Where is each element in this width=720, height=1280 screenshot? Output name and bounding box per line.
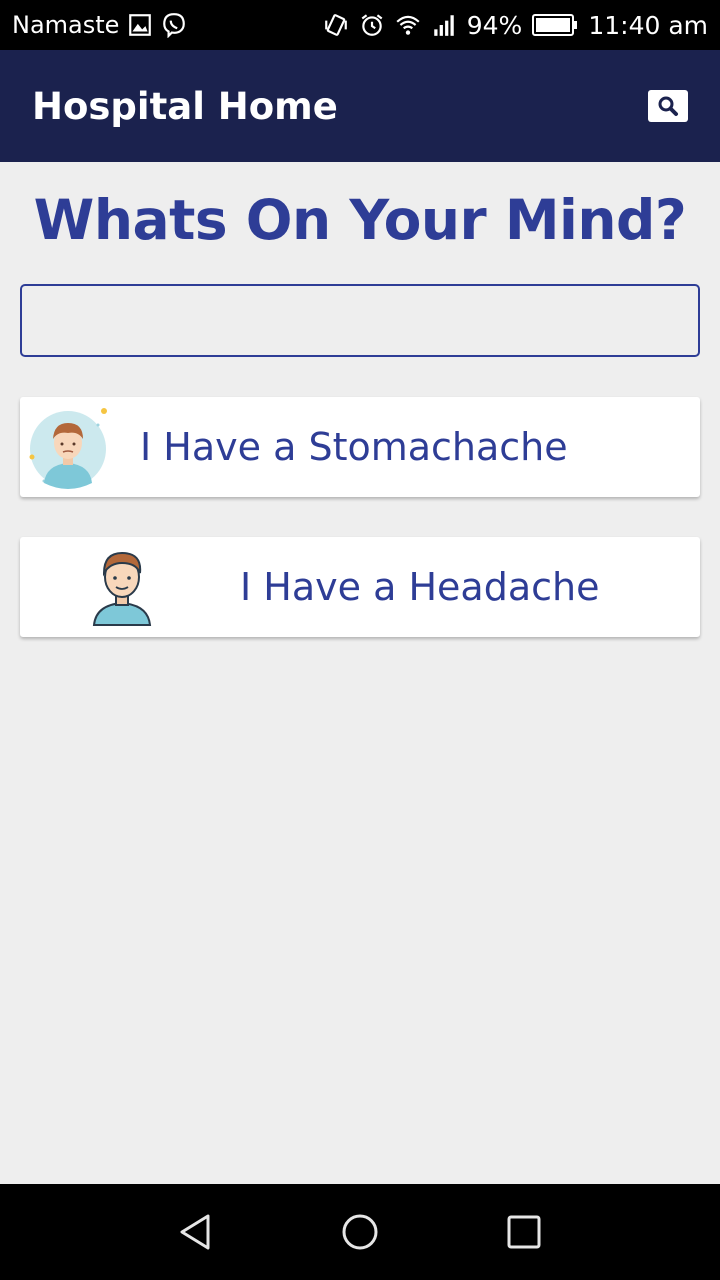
- person-avatar-icon: [92, 551, 152, 626]
- wifi-icon: [396, 15, 420, 35]
- status-right: 94% 11:40 am: [323, 11, 708, 40]
- headache-label: I Have a Headache: [240, 565, 600, 609]
- page-heading: Whats On Your Mind?: [33, 188, 687, 252]
- status-left: Namaste: [12, 11, 187, 39]
- app-title: Hospital Home: [32, 84, 338, 128]
- home-icon: [342, 1214, 378, 1250]
- back-button[interactable]: [174, 1210, 218, 1254]
- image-icon: [129, 14, 152, 36]
- home-button[interactable]: [338, 1210, 382, 1254]
- battery-percent: 94%: [466, 10, 523, 40]
- battery-icon: [532, 14, 578, 36]
- navigation-bar: [0, 1184, 720, 1280]
- viber-icon: [163, 13, 186, 38]
- recents-button[interactable]: [502, 1210, 546, 1254]
- recents-icon: [507, 1215, 541, 1249]
- vibrate-icon: [324, 14, 347, 36]
- alarm-icon: [361, 14, 383, 36]
- stomachache-option-button[interactable]: I Have a Stomachache: [20, 397, 700, 497]
- status-bar: Namaste 94% 11:40 am: [0, 0, 720, 50]
- app-bar: Hospital Home: [0, 50, 720, 162]
- sick-person-avatar-icon: [29, 408, 107, 489]
- headache-option-button[interactable]: I Have a Headache: [20, 537, 700, 637]
- back-icon: [180, 1214, 210, 1250]
- search-button[interactable]: [648, 90, 688, 122]
- carrier-name: Namaste: [12, 11, 120, 39]
- clock: 11:40 am: [588, 10, 708, 40]
- signal-icon: [434, 15, 454, 36]
- mind-input[interactable]: [20, 284, 700, 357]
- search-icon: [658, 96, 678, 116]
- stomachache-label: I Have a Stomachache: [140, 425, 568, 469]
